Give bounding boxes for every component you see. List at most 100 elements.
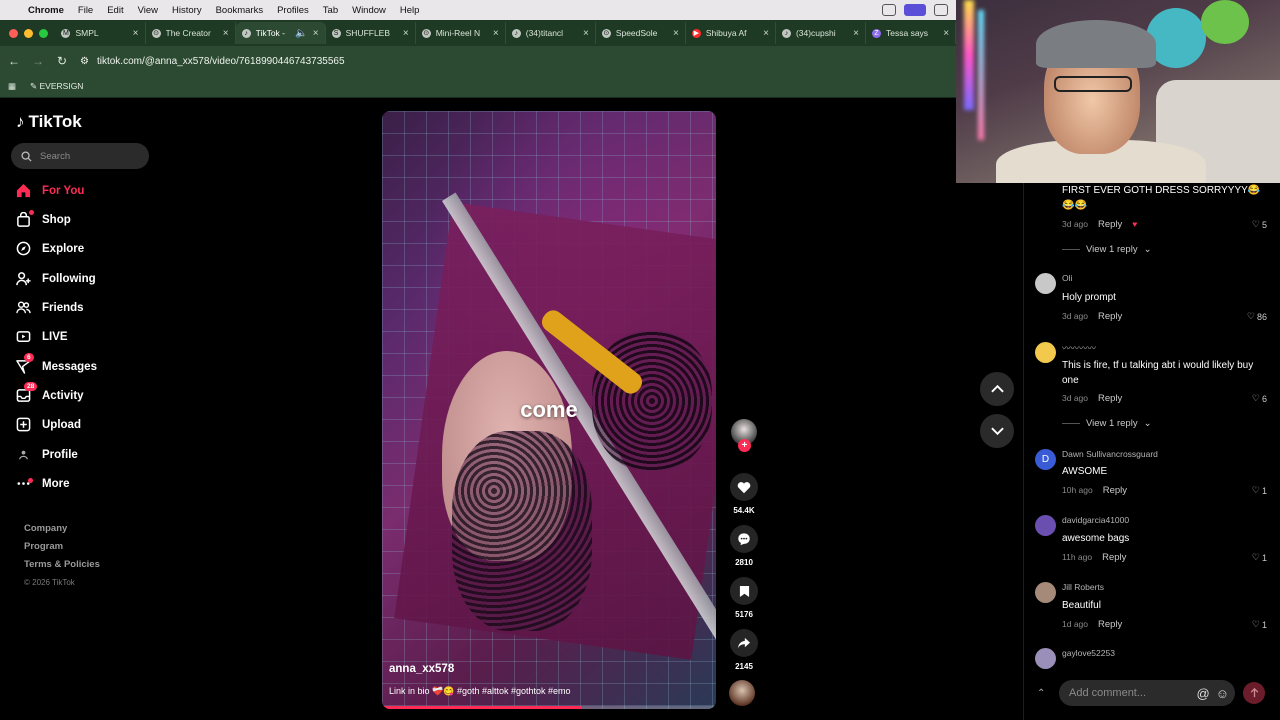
tab-close-icon[interactable]: ×	[943, 28, 949, 39]
url-field[interactable]: ⚙ tiktok.com/@anna_xx578/video/761899044…	[80, 56, 345, 67]
nav-for-you[interactable]: For You	[16, 183, 84, 198]
video-description[interactable]: Link in bio ❤️‍🩹😋 #goth #alttok #gothtok…	[389, 686, 571, 697]
menu-bookmarks[interactable]: Bookmarks	[216, 5, 264, 16]
nav-messages[interactable]: 6 Messages	[16, 353, 97, 374]
browser-tab[interactable]: ▶ Shibuya Af ×	[686, 22, 776, 44]
tiktok-logo[interactable]: ♪ TikTok	[16, 112, 82, 132]
forward-icon[interactable]: →	[32, 54, 44, 68]
screen-record-icon[interactable]	[904, 4, 926, 16]
comment-username[interactable]: Dawn Sullivancrossguard	[1062, 449, 1158, 459]
comment-like-button[interactable]: ♡ 1	[1252, 552, 1267, 563]
browser-tab[interactable]: S SHUFFLEB ×	[326, 22, 416, 44]
browser-tab[interactable]: ⊙ Mini-Reel N ×	[416, 22, 506, 44]
tab-close-icon[interactable]: ×	[853, 28, 859, 39]
nav-explore[interactable]: Explore	[16, 241, 84, 256]
comment-username[interactable]: Jill Roberts	[1062, 582, 1104, 592]
nav-profile[interactable]: Profile	[16, 447, 78, 462]
reload-icon[interactable]: ↻	[56, 54, 68, 68]
browser-tab[interactable]: ⊙ SpeedSole ×	[596, 22, 686, 44]
reply-button[interactable]: Reply	[1102, 552, 1126, 563]
video-progress-bar[interactable]	[382, 706, 716, 709]
menu-file[interactable]: File	[78, 5, 93, 16]
next-video-button[interactable]	[980, 414, 1014, 448]
comment-input[interactable]: Add comment... @ ☺	[1059, 680, 1235, 706]
avatar[interactable]	[1035, 582, 1056, 603]
reply-button[interactable]: Reply	[1098, 393, 1122, 404]
emoji-icon[interactable]: ☺	[1216, 686, 1229, 701]
comment-button[interactable]: 2810	[728, 525, 760, 567]
browser-tab[interactable]: M SMPL ×	[55, 22, 146, 44]
footer-link-company[interactable]: Company	[24, 520, 100, 538]
nav-more[interactable]: More	[16, 476, 69, 491]
reply-button[interactable]: Reply	[1098, 311, 1122, 322]
comment-like-button[interactable]: ♡ 1	[1252, 485, 1267, 496]
follow-plus-icon[interactable]: +	[738, 439, 751, 452]
nav-activity[interactable]: 28 Activity	[16, 382, 84, 403]
reply-button[interactable]: Reply	[1098, 619, 1122, 630]
tab-close-icon[interactable]: ×	[763, 28, 769, 39]
url-text[interactable]: tiktok.com/@anna_xx578/video/76189904467…	[97, 56, 345, 67]
previous-video-button[interactable]	[980, 372, 1014, 406]
zoom-window-button[interactable]	[39, 28, 48, 38]
comment-username[interactable]: Oli	[1062, 273, 1072, 283]
tab-close-icon[interactable]: ×	[313, 28, 319, 39]
search-input[interactable]: Search	[11, 143, 149, 169]
reply-button[interactable]: Reply	[1098, 219, 1122, 230]
view-replies-button[interactable]: View 1 reply ⌄	[1062, 418, 1152, 429]
comment-like-button[interactable]: ♡ 1	[1252, 619, 1267, 630]
avatar[interactable]: D	[1035, 449, 1056, 470]
browser-tab[interactable]: ♪ (34)cupshi ×	[776, 22, 866, 44]
apps-grid-icon[interactable]: ▦	[8, 81, 16, 92]
tab-close-icon[interactable]: ×	[673, 28, 679, 39]
menu-history[interactable]: History	[172, 5, 202, 16]
browser-tab-active[interactable]: ♪ TikTok - 🔈 ×	[235, 22, 326, 44]
tab-close-icon[interactable]: ×	[403, 28, 409, 39]
site-settings-icon[interactable]: ⚙	[80, 56, 89, 67]
comment-like-button[interactable]: ♡ 6	[1252, 393, 1267, 404]
comment-username[interactable]: davidgarcia41000	[1062, 515, 1129, 525]
collapse-icon[interactable]: ⌃	[1037, 688, 1051, 699]
menu-edit[interactable]: Edit	[107, 5, 123, 16]
avatar[interactable]	[1035, 342, 1056, 363]
nav-upload[interactable]: Upload	[16, 417, 81, 432]
menu-profiles[interactable]: Profiles	[277, 5, 309, 16]
bookmark-button[interactable]: 5176	[728, 577, 760, 619]
nav-shop[interactable]: Shop	[16, 210, 71, 227]
mention-icon[interactable]: @	[1197, 686, 1210, 701]
nav-following[interactable]: Following	[16, 271, 96, 286]
video-player[interactable]: come anna_xx578 Link in bio ❤️‍🩹😋 #goth …	[382, 111, 716, 709]
nav-live[interactable]: LIVE	[16, 329, 68, 344]
footer-link-program[interactable]: Program	[24, 538, 100, 556]
close-window-button[interactable]	[9, 28, 18, 38]
menu-view[interactable]: View	[138, 5, 158, 16]
avatar[interactable]	[1035, 515, 1056, 536]
back-icon[interactable]: ←	[8, 54, 20, 68]
browser-tab[interactable]: ⊙ The Creator ×	[146, 22, 236, 44]
comment-username[interactable]: gaylove52253	[1062, 648, 1115, 658]
comment-username[interactable]: 〰〰〰〰	[1062, 342, 1096, 354]
browser-tab[interactable]: Z Tessa says ×	[866, 22, 957, 44]
comment-like-button[interactable]: ♡ 86	[1247, 311, 1267, 322]
reply-button[interactable]: Reply	[1103, 485, 1127, 496]
like-button[interactable]: 54.4K	[728, 473, 760, 515]
view-replies-button[interactable]: View 1 reply ⌄	[1062, 244, 1152, 255]
status-icon[interactable]	[882, 4, 896, 16]
share-button[interactable]: 2145	[728, 629, 760, 671]
menu-help[interactable]: Help	[400, 5, 420, 16]
speaker-icon[interactable]: 🔈	[295, 28, 307, 39]
tab-close-icon[interactable]: ×	[583, 28, 589, 39]
footer-link-terms[interactable]: Terms & Policies	[24, 556, 100, 574]
comment-like-button[interactable]: ♡ 5	[1252, 219, 1267, 230]
sound-avatar[interactable]	[729, 680, 755, 706]
avatar[interactable]	[1035, 273, 1056, 294]
bookmark-eversign[interactable]: ✎ EVERSIGN	[30, 81, 83, 92]
tab-close-icon[interactable]: ×	[223, 28, 229, 39]
nav-friends[interactable]: Friends	[16, 300, 84, 315]
video-author[interactable]: anna_xx578	[389, 663, 454, 675]
creator-avatar[interactable]: +	[729, 419, 759, 452]
menu-window[interactable]: Window	[352, 5, 386, 16]
post-comment-button[interactable]	[1243, 682, 1265, 704]
avatar[interactable]	[1035, 648, 1056, 669]
tab-close-icon[interactable]: ×	[493, 28, 499, 39]
control-center-icon[interactable]	[934, 4, 948, 16]
